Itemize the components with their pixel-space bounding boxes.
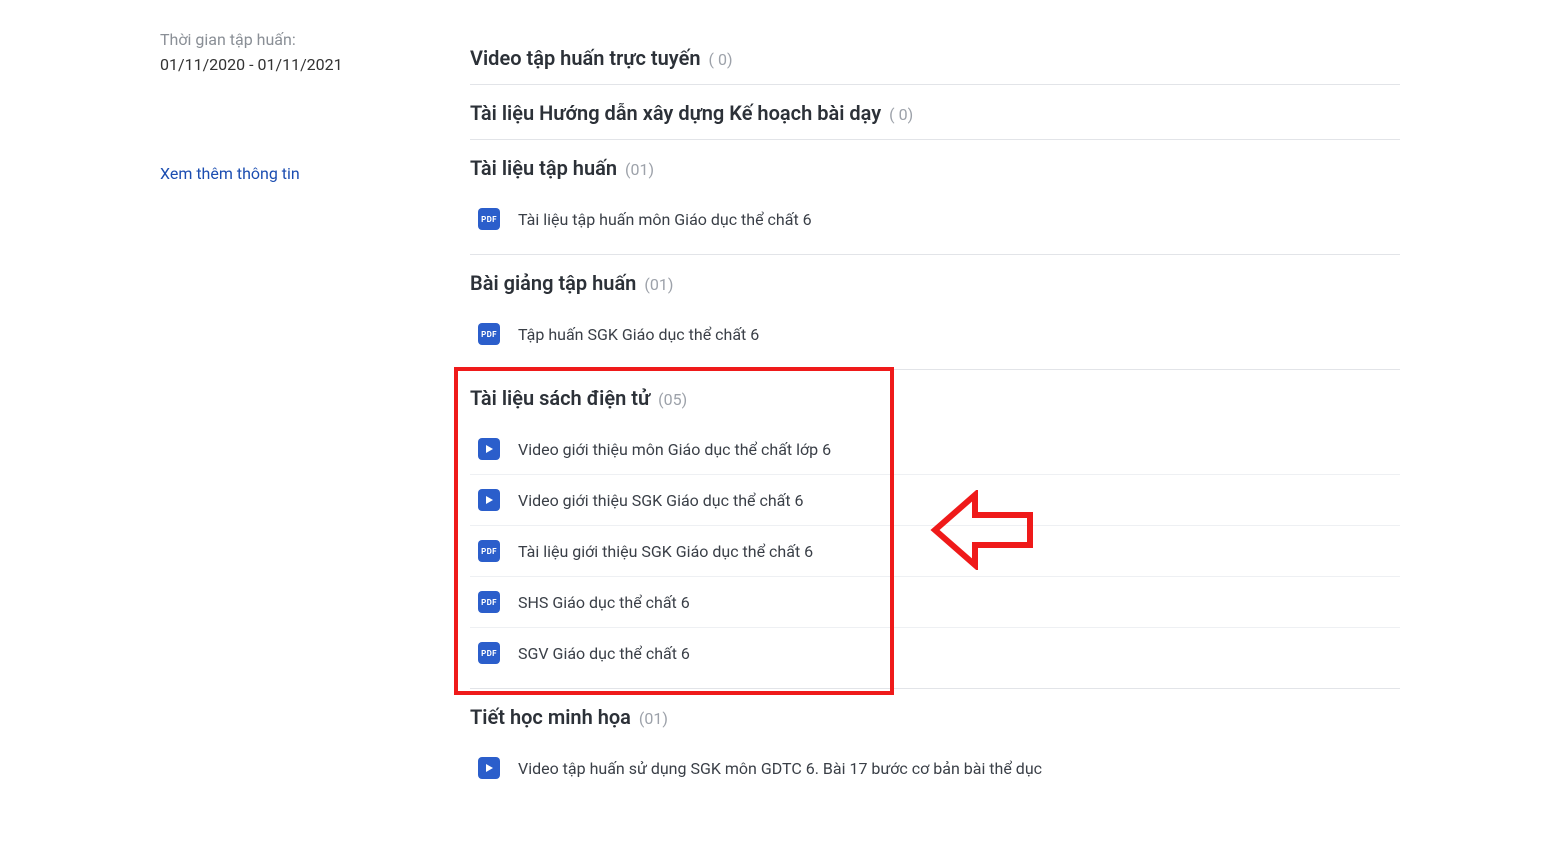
section-training-lectures: Bài giảng tập huấn (01) PDF Tập huấn SGK… — [470, 254, 1400, 369]
section-title: Video tập huấn trực tuyến — [470, 46, 701, 70]
list-item[interactable]: Video tập huấn sử dụng SGK môn GDTC 6. B… — [470, 743, 1400, 793]
section-count: (05) — [658, 390, 687, 409]
section-ebook-docs: Tài liệu sách điện tử (05) Video giới th… — [470, 369, 1400, 688]
sidebar: Thời gian tập huấn: 01/11/2020 - 01/11/2… — [160, 30, 470, 803]
pdf-icon: PDF — [478, 540, 500, 562]
training-time-label: Thời gian tập huấn: — [160, 30, 470, 49]
section-title: Tiết học minh họa — [470, 705, 631, 729]
item-label: Tập huấn SGK Giáo dục thể chất 6 — [518, 325, 759, 344]
section-count: ( 0) — [709, 50, 733, 69]
more-info-link[interactable]: Xem thêm thông tin — [160, 164, 470, 183]
pdf-icon: PDF — [478, 591, 500, 613]
section-count: (01) — [625, 160, 654, 179]
item-label: Tài liệu giới thiệu SGK Giáo dục thể chấ… — [518, 542, 813, 561]
list-item[interactable]: Video giới thiệu môn Giáo dục thể chất l… — [470, 424, 1400, 474]
item-label: Tài liệu tập huấn môn Giáo dục thể chất … — [518, 210, 812, 229]
pdf-icon: PDF — [478, 642, 500, 664]
section-count: (01) — [639, 709, 668, 728]
pdf-icon: PDF — [478, 208, 500, 230]
list-item[interactable]: PDF Tập huấn SGK Giáo dục thể chất 6 — [470, 309, 1400, 359]
list-item[interactable]: PDF SGV Giáo dục thể chất 6 — [470, 627, 1400, 678]
item-label: Video giới thiệu môn Giáo dục thể chất l… — [518, 440, 831, 459]
section-video-training: Video tập huấn trực tuyến ( 0) — [470, 30, 1400, 84]
main-content: Video tập huấn trực tuyến ( 0) Tài liệu … — [470, 30, 1400, 803]
section-title: Bài giảng tập huấn — [470, 271, 636, 295]
list-item[interactable]: Video giới thiệu SGK Giáo dục thể chất 6 — [470, 474, 1400, 525]
section-count: ( 0) — [889, 105, 913, 124]
list-item[interactable]: PDF Tài liệu tập huấn môn Giáo dục thể c… — [470, 194, 1400, 244]
item-label: Video tập huấn sử dụng SGK môn GDTC 6. B… — [518, 759, 1042, 778]
list-item[interactable]: PDF Tài liệu giới thiệu SGK Giáo dục thể… — [470, 525, 1400, 576]
section-training-docs: Tài liệu tập huấn (01) PDF Tài liệu tập … — [470, 139, 1400, 254]
pdf-icon: PDF — [478, 323, 500, 345]
section-demo-lesson: Tiết học minh họa (01) Video tập huấn sử… — [470, 688, 1400, 803]
section-title: Tài liệu tập huấn — [470, 156, 617, 180]
section-title: Tài liệu Hướng dẫn xây dựng Kế hoạch bài… — [470, 101, 881, 125]
item-label: SHS Giáo dục thể chất 6 — [518, 593, 690, 612]
list-item[interactable]: PDF SHS Giáo dục thể chất 6 — [470, 576, 1400, 627]
section-lesson-plan-guide: Tài liệu Hướng dẫn xây dựng Kế hoạch bài… — [470, 84, 1400, 139]
video-icon — [478, 489, 500, 511]
training-time-value: 01/11/2020 - 01/11/2021 — [160, 55, 470, 74]
video-icon — [478, 757, 500, 779]
section-count: (01) — [644, 275, 673, 294]
section-title: Tài liệu sách điện tử — [470, 386, 650, 410]
item-label: SGV Giáo dục thể chất 6 — [518, 644, 690, 663]
item-label: Video giới thiệu SGK Giáo dục thể chất 6 — [518, 491, 804, 510]
video-icon — [478, 438, 500, 460]
